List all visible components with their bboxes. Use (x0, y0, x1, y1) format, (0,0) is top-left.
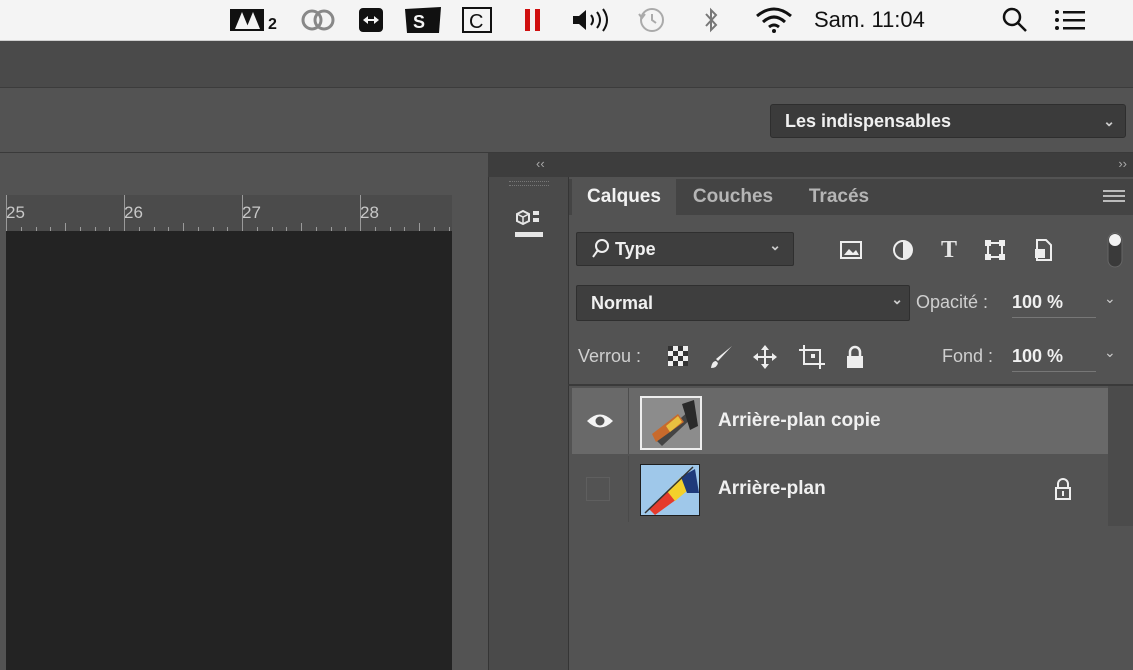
workspace-label: Les indispensables (785, 111, 952, 131)
collapsed-panel-strip (488, 177, 569, 670)
ruler-tick (65, 223, 66, 231)
time-machine-icon[interactable] (634, 6, 670, 34)
opacity-chevron-icon[interactable]: ⌄ (1104, 290, 1116, 307)
filter-type-layers-icon[interactable]: T (934, 236, 964, 264)
adobe-icon[interactable]: 2 (230, 6, 286, 34)
fill-input[interactable]: 100 % (1012, 346, 1096, 372)
ruler-tick (360, 195, 361, 231)
layer-name[interactable]: Arrière-plan copie (718, 388, 881, 454)
eye-visibility-icon[interactable] (582, 406, 618, 436)
lock-artboard-crop-icon[interactable] (796, 342, 828, 372)
ruler-tick (301, 223, 302, 231)
layer-name[interactable]: Arrière-plan (718, 456, 826, 522)
expand-panels-icon[interactable]: ›› (1118, 156, 1127, 171)
ruler-tick (124, 195, 125, 231)
spotlight-search-icon[interactable] (998, 6, 1032, 34)
svg-text:S: S (413, 12, 425, 32)
opacity-label: Opacité : (916, 292, 989, 312)
wifi-icon[interactable] (752, 6, 796, 34)
chevron-down-icon: ⌄ (769, 237, 781, 253)
opacity-input[interactable]: 100 % (1012, 292, 1096, 318)
parallels-icon[interactable] (520, 6, 546, 34)
panel-header: ›› (568, 153, 1133, 177)
filter-adjustment-layers-icon[interactable] (888, 236, 918, 264)
lock-all-icon[interactable] (842, 342, 868, 372)
tab-calques[interactable]: Calques (572, 179, 676, 215)
layer-row-arriere-plan[interactable]: Arrière-plan (572, 456, 1108, 522)
bluetooth-icon[interactable] (696, 6, 726, 34)
ruler-label: 26 (124, 203, 143, 222)
layer-thumbnail (640, 396, 702, 450)
mixed-in-key-icon[interactable]: S (402, 6, 444, 34)
collapse-panels-icon[interactable]: ‹‹ (536, 156, 545, 171)
menubar-clock[interactable]: Sam. 11:04 (814, 6, 964, 34)
blend-mode-value: Normal (591, 293, 654, 313)
carbon-copy-icon[interactable]: C (460, 6, 494, 34)
visibility-toggle-empty[interactable] (586, 477, 610, 501)
ruler-tick (6, 195, 7, 231)
fill-label: Fond : (942, 346, 994, 366)
mac-menubar: 2 S C Sam. 11:04 (0, 0, 1133, 41)
search-icon (591, 238, 611, 265)
filter-toggle-switch[interactable] (1104, 230, 1126, 270)
lock-image-pixels-brush-icon[interactable] (706, 342, 736, 372)
application-bar (0, 41, 1133, 88)
filter-pixel-layers-icon[interactable] (836, 236, 866, 264)
tab-traces[interactable]: Tracés (792, 179, 886, 215)
strip-grip[interactable] (509, 181, 549, 186)
clock-text: Sam. 11:04 (814, 7, 925, 32)
filter-type-label: Type (615, 239, 656, 259)
tab-couches[interactable]: Couches (680, 179, 786, 215)
filter-shape-layers-icon[interactable] (980, 236, 1010, 264)
strip-header: ‹‹ (488, 153, 568, 177)
blend-mode-dropdown[interactable]: Normal ⌄ (576, 285, 910, 321)
ruler-label: 27 (242, 203, 261, 222)
teamviewer-icon[interactable] (356, 6, 386, 34)
layer-thumbnail (640, 464, 700, 516)
svg-text:C: C (469, 11, 483, 33)
row-divider (628, 388, 629, 454)
svg-text:2: 2 (268, 16, 277, 33)
ruler-label: 28 (360, 203, 379, 222)
lock-transparent-pixels-icon[interactable] (664, 342, 692, 370)
horizontal-ruler[interactable]: 25 26 27 28 (6, 195, 452, 231)
volume-icon[interactable] (570, 6, 616, 34)
layer-row-arriere-plan-copie[interactable]: Arrière-plan copie (572, 388, 1108, 454)
lock-icon[interactable] (1050, 476, 1076, 502)
3d-panel-icon[interactable] (511, 207, 547, 243)
layer-filter-dropdown[interactable]: Type ⌄ (576, 232, 794, 266)
notification-center-icon[interactable] (1050, 6, 1090, 34)
ruler-tick (419, 223, 420, 231)
lock-position-move-icon[interactable] (750, 342, 780, 372)
ruler-tick (183, 223, 184, 231)
panel-menu-icon[interactable] (1100, 186, 1128, 208)
layers-scrollbar-track[interactable] (1108, 386, 1133, 526)
row-divider (628, 456, 629, 522)
lock-label: Verrou : (578, 346, 642, 366)
filter-smart-objects-icon[interactable] (1028, 236, 1058, 264)
document-canvas[interactable] (6, 231, 452, 670)
chevron-down-icon: ⌄ (1103, 113, 1115, 129)
ruler-label: 25 (6, 203, 25, 222)
workspace-switcher[interactable]: Les indispensables ⌄ (770, 104, 1126, 138)
fill-chevron-icon[interactable]: ⌄ (1104, 344, 1116, 361)
layers-list-divider (568, 384, 1133, 386)
ruler-tick (242, 195, 243, 231)
creative-cloud-icon[interactable] (298, 6, 338, 34)
chevron-down-icon: ⌄ (891, 291, 903, 307)
